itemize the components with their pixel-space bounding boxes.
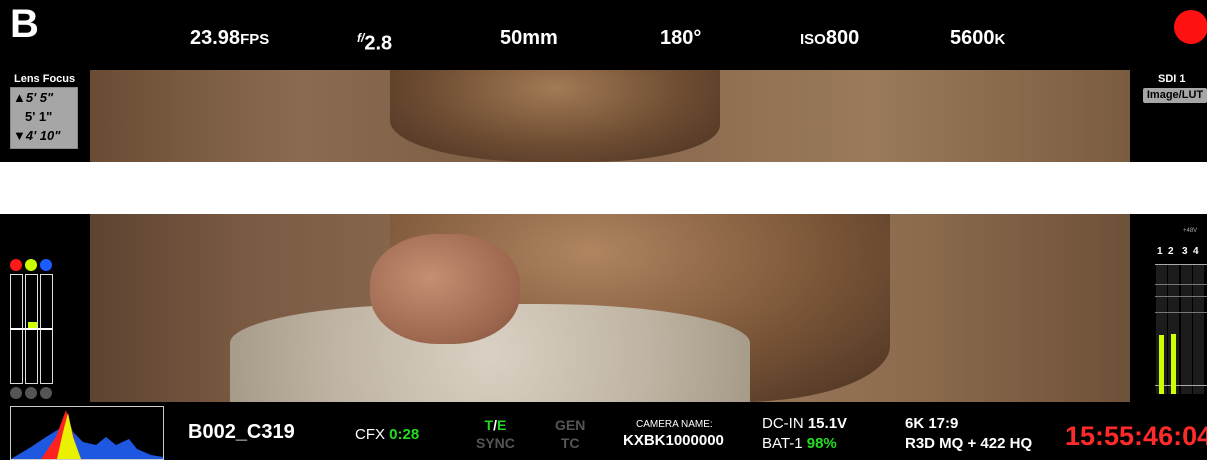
wb-value: 5600 — [950, 27, 995, 49]
te-t: T — [484, 417, 494, 433]
dcin-label: DC-IN — [762, 415, 804, 432]
sdi-output-title: SDI 1 — [1158, 73, 1186, 85]
cfx-label: CFX — [355, 426, 385, 443]
cfx-value: 0:28 — [389, 426, 420, 443]
sync-label: SYNC — [476, 435, 515, 451]
aperture[interactable]: f/2.8 — [357, 24, 392, 58]
histogram — [10, 406, 164, 460]
format-codec: R3D MQ + 422 HQ — [905, 435, 1033, 452]
audio-ch-2-label: 2 — [1168, 246, 1174, 257]
timecode-sync[interactable]: T/E SYNC — [476, 416, 515, 452]
gen-label: GEN — [555, 417, 586, 433]
audio-scale-tick — [1155, 284, 1207, 285]
green-channel-dot — [25, 259, 37, 271]
wb-unit: K — [994, 31, 1006, 48]
red-clip-indicator — [10, 387, 22, 399]
phantom-power-label: +48V — [1183, 228, 1198, 234]
focus-near: ▼4' 10" — [13, 128, 61, 143]
audio-level-1 — [1159, 335, 1164, 394]
focus-current: 5' 1" — [25, 109, 53, 124]
timecode-display: 15:55:46:04 — [1065, 421, 1207, 451]
record-indicator[interactable] — [1174, 10, 1207, 44]
format-resolution: 6K 17:9 — [905, 415, 959, 432]
te-e: E — [497, 417, 507, 433]
level-marker — [10, 328, 52, 330]
fps-unit: FPS — [240, 31, 270, 48]
focal-length[interactable]: 50mm — [500, 24, 558, 52]
power-status: DC-IN 15.1V BAT-1 98% — [762, 414, 847, 454]
iso[interactable]: ISO800 — [800, 24, 859, 54]
camera-name-label: CAMERA NAME: — [636, 419, 713, 430]
live-image-top — [90, 70, 1130, 162]
frame-rate[interactable]: 23.98FPS — [190, 24, 269, 54]
green-clip-indicator — [25, 387, 37, 399]
f-value: 2.8 — [364, 32, 393, 55]
recording-format[interactable]: 6K 17:9 R3D MQ + 422 HQ — [905, 414, 1032, 454]
frame-gap — [0, 162, 1207, 214]
fps-value: 23.98 — [190, 27, 241, 49]
subject-hair — [390, 70, 720, 162]
tc-label: TC — [560, 435, 580, 451]
audio-scale-tick — [1155, 296, 1207, 297]
audio-scale-tick — [1155, 312, 1207, 313]
sdi-mode-badge[interactable]: Image/LUT — [1143, 88, 1207, 103]
genlock-status[interactable]: GEN TC — [555, 416, 585, 452]
audio-ch-4-label: 4 — [1193, 246, 1199, 257]
battery-label: BAT-1 — [762, 435, 803, 452]
battery-value: 98% — [806, 435, 837, 452]
blue-clip-indicator — [40, 387, 52, 399]
live-image-bottom — [90, 214, 1130, 402]
clip-name: B002_C319 — [188, 421, 295, 443]
top-status-bar: B 23.98FPS f/2.8 50mm 180° ISO800 5600K — [0, 0, 1207, 70]
audio-scale-top — [1155, 264, 1207, 265]
audio-ch-3-label: 3 — [1182, 246, 1188, 257]
shutter-angle[interactable]: 180° — [660, 24, 701, 52]
camera-id: B — [10, 2, 39, 46]
dcin-value: 15.1V — [807, 415, 848, 432]
white-balance[interactable]: 5600K — [950, 24, 1005, 54]
subject-hand — [370, 234, 520, 344]
histogram-graph — [11, 410, 163, 459]
audio-level-2 — [1171, 334, 1176, 394]
histogram-blue — [11, 412, 163, 459]
audio-ch-1-label: 1 — [1157, 246, 1163, 257]
iso-prefix: ISO — [800, 31, 826, 48]
focus-far: ▲5' 5" — [13, 90, 54, 105]
blue-channel-dot — [40, 259, 52, 271]
iso-value: 800 — [825, 27, 860, 49]
camera-name-value: KXBK1000000 — [623, 432, 724, 449]
lens-focus-panel[interactable]: ▲5' 5" 5' 1" ▼4' 10" — [10, 87, 78, 149]
red-channel-dot — [10, 259, 22, 271]
lens-focus-title: Lens Focus — [14, 73, 76, 85]
media-remaining: CFX 0:28 — [355, 426, 419, 443]
